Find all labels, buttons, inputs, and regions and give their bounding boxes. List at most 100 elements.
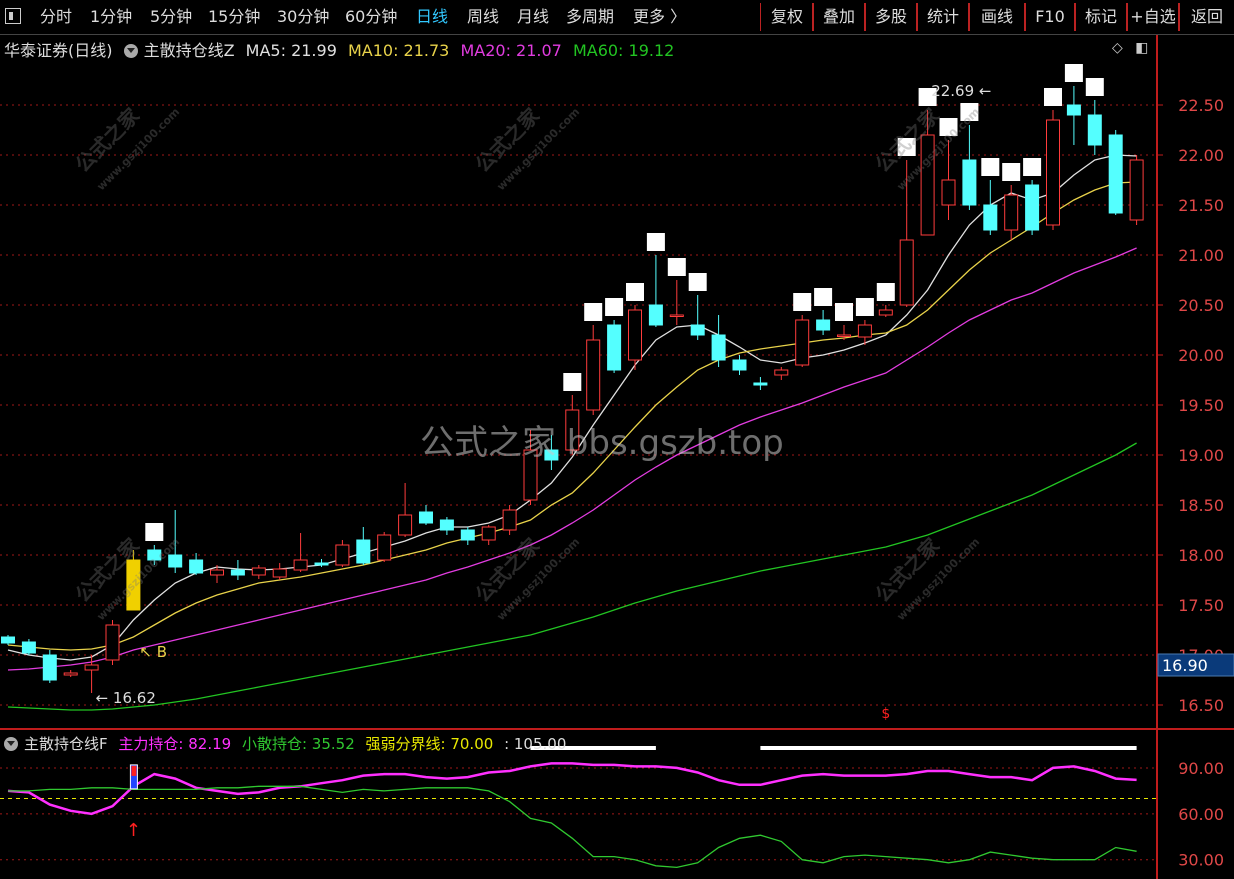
candle-body-down — [816, 319, 831, 331]
main-legend: 华泰证券(日线) 主散持仓线Z MA5: 21.99 MA10: 21.73 M… — [4, 37, 680, 61]
candle-body-down — [962, 159, 977, 206]
main-tick-label: 20.00 — [1178, 346, 1224, 365]
candle-body-down — [1108, 134, 1123, 214]
candle-body-up — [899, 239, 914, 306]
signal-square-marker — [688, 273, 707, 291]
sub-tick-label: 30.00 — [1178, 851, 1224, 870]
threshold-label: 强弱分界线: 70.00 — [365, 735, 494, 753]
signal-square-marker — [876, 283, 895, 301]
candle-body-down — [753, 382, 768, 386]
signal-square-marker — [1085, 78, 1104, 96]
main-tick-label: 18.00 — [1178, 546, 1224, 565]
candle-body-up — [398, 514, 413, 536]
panel-toggle-icon[interactable]: ◧ — [1135, 40, 1148, 56]
sub-tick-label: 60.00 — [1178, 805, 1224, 824]
signal-square-marker — [626, 283, 644, 301]
candle-body-up — [586, 339, 601, 411]
candle-body-up — [63, 672, 78, 676]
main-indicator-name[interactable]: 主散持仓线Z — [144, 41, 235, 60]
main-tick-label: 22.50 — [1178, 96, 1224, 115]
candle-body-up — [377, 534, 392, 561]
signal-square-marker — [855, 298, 874, 316]
candle-body-up — [84, 664, 99, 671]
candle-body-down — [1087, 114, 1102, 146]
candle-body-up — [941, 179, 956, 206]
signal-square-marker — [814, 288, 833, 306]
corner-icons: ◇ ◧ — [1112, 40, 1148, 56]
signal-square-marker — [981, 158, 1000, 176]
buy-arrow-icon: ↑ — [126, 820, 141, 841]
candle-body-down — [1025, 184, 1040, 231]
signal-square-marker — [1044, 88, 1062, 106]
candle-body-up — [293, 559, 308, 571]
buy-annotation: ↖ B — [139, 643, 167, 661]
candle-body-down — [42, 654, 57, 681]
candle-body-up — [795, 319, 810, 366]
ma20-label: MA20: 21.07 — [460, 41, 562, 60]
stock-title[interactable]: 华泰证券(日线) — [4, 41, 113, 60]
ma10-label: MA10: 21.73 — [347, 41, 450, 60]
main-tick-label: 20.50 — [1178, 296, 1224, 315]
candle-body-down — [607, 324, 622, 371]
candle-body-up — [1004, 194, 1019, 231]
candle-body-down — [230, 569, 245, 576]
diamond-icon[interactable]: ◇ — [1112, 40, 1123, 56]
current-price-label: 16.90 — [1162, 656, 1208, 675]
candle-body-up — [502, 509, 517, 531]
ma5-label: MA5: 21.99 — [245, 41, 337, 60]
candle-body-down — [21, 641, 36, 654]
main-tick-label: 21.50 — [1178, 196, 1224, 215]
sub-indicator-name[interactable]: 主散持仓线F — [24, 735, 108, 753]
candle-body-down — [690, 324, 705, 336]
ma-line-ma60 — [7, 442, 1137, 711]
main-tick-label: 18.50 — [1178, 496, 1224, 515]
indicator-dropdown-icon[interactable] — [123, 44, 138, 58]
candle-body-up — [1046, 119, 1060, 226]
sub-legend: 主散持仓线F 主力持仓: 82.19 小散持仓: 35.52 强弱分界线: 70… — [4, 733, 572, 754]
candle-body-up — [669, 314, 684, 317]
signal-square-marker — [646, 233, 665, 251]
candle-body-down — [419, 511, 433, 524]
candle-body-up — [774, 369, 789, 376]
sub-indicator-dropdown-icon[interactable] — [4, 737, 18, 751]
candle-body-down — [648, 304, 663, 326]
main-tick-label: 16.50 — [1178, 696, 1224, 715]
candle-body-down — [1, 636, 15, 644]
candle-body-up — [335, 544, 350, 566]
low-annotation: ← 16.62 — [96, 689, 156, 707]
candle-body-down — [189, 559, 204, 574]
candle-body-down — [983, 204, 998, 231]
candle-body-down — [460, 529, 475, 541]
signal-square-marker — [1002, 163, 1021, 181]
signal-bar-top — [131, 765, 137, 776]
sub-tick-label: 90.00 — [1178, 759, 1224, 778]
watermark: 公式之家 bbs.gszb.top — [420, 423, 784, 463]
candle-body-up — [1129, 159, 1144, 221]
signal-square-marker — [835, 303, 853, 321]
main-tick-label: 21.00 — [1178, 246, 1224, 265]
candle-body-up — [105, 624, 120, 661]
candle-body-down — [711, 334, 726, 361]
dollar-annotation: $ — [881, 706, 890, 722]
ma60-label: MA60: 19.12 — [572, 41, 675, 60]
signal-square-marker — [563, 373, 582, 391]
candle-body-down — [439, 519, 454, 531]
signal-square-marker — [667, 258, 686, 276]
candle-body-down — [1066, 104, 1081, 116]
signal-square-marker — [584, 303, 603, 321]
main-tick-label: 19.00 — [1178, 446, 1224, 465]
extra-value-label: : 105.00 — [504, 735, 567, 753]
signal-square-marker — [1064, 64, 1083, 82]
candle-body-down — [356, 539, 371, 564]
signal-square-marker — [793, 293, 812, 311]
candle-body-down — [314, 562, 329, 566]
candle-body-up — [857, 324, 872, 338]
candle-body-up — [481, 526, 496, 541]
candle-body-up — [837, 334, 851, 337]
main-tick-label: 17.50 — [1178, 596, 1224, 615]
signal-square-marker — [1023, 158, 1042, 176]
main-tick-label: 19.50 — [1178, 396, 1224, 415]
candle-body-up — [628, 309, 642, 361]
retail-holding-label: 小散持仓: 35.52 — [241, 735, 355, 753]
main-tick-label: 22.00 — [1178, 146, 1224, 165]
